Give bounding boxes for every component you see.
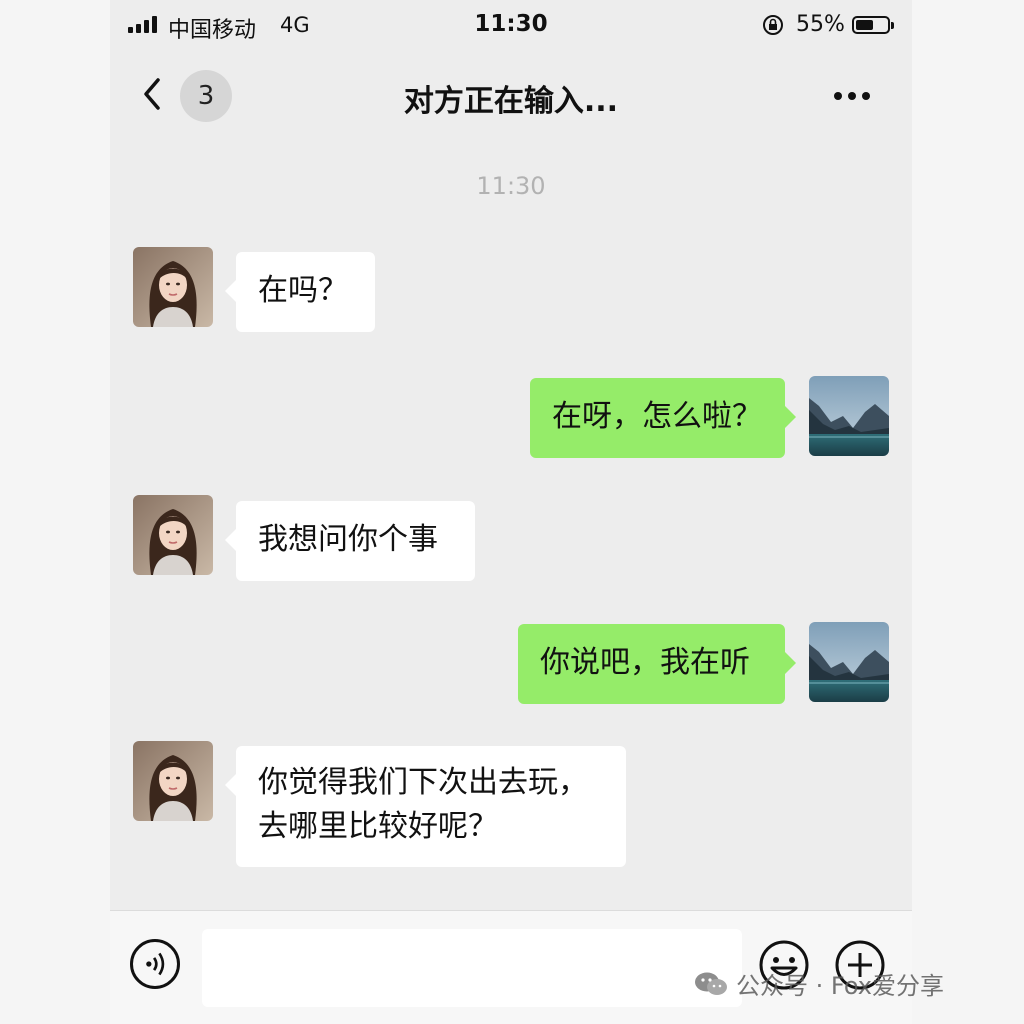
- message-text: 在吗？: [258, 273, 348, 308]
- watermark: 公众号 · Fox爱分享: [694, 966, 944, 1001]
- chat-title: 对方正在输入...: [403, 84, 619, 119]
- battery-fill: [856, 20, 873, 30]
- status-clock: 11:30: [474, 11, 548, 37]
- contact-avatar[interactable]: [133, 741, 213, 821]
- watermark-text: 公众号 · Fox爱分享: [736, 972, 944, 1000]
- message-input[interactable]: [202, 929, 742, 1007]
- status-bar: 中国移动 4G 11:30 55%: [110, 0, 912, 52]
- message-timestamp: 11:30: [476, 172, 546, 200]
- my-avatar[interactable]: [809, 622, 889, 702]
- outgoing-message-bubble[interactable]: 在呀，怎么啦？: [530, 378, 796, 458]
- battery-percentage: 55%: [796, 12, 845, 37]
- contact-avatar[interactable]: [133, 495, 213, 575]
- wechat-icon: [695, 972, 727, 995]
- voice-icon[interactable]: [130, 939, 180, 989]
- contact-avatar[interactable]: [133, 247, 213, 327]
- more-dots-icon[interactable]: [834, 92, 870, 100]
- my-avatar[interactable]: [809, 376, 889, 456]
- message-text-line: 去哪里比较好呢？: [258, 809, 498, 844]
- incoming-message-bubble[interactable]: 你觉得我们下次出去玩， 去哪里比较好呢？: [225, 746, 626, 867]
- rotation-lock-icon: [763, 15, 783, 35]
- message-text: 你说吧，我在听: [540, 645, 750, 680]
- incoming-message-bubble[interactable]: 在吗？: [225, 252, 375, 332]
- chat-header: 3 对方正在输入...: [110, 52, 912, 140]
- outgoing-message-bubble[interactable]: 你说吧，我在听: [518, 624, 796, 704]
- battery-icon: [852, 16, 894, 34]
- incoming-message-bubble[interactable]: 我想问你个事: [225, 501, 475, 581]
- message-text: 我想问你个事: [258, 522, 438, 557]
- message-text: 在呀，怎么啦？: [552, 399, 762, 434]
- chat-screen: 中国移动 4G 11:30 55% 3 对方正在输入... 11:30 在吗？ …: [110, 0, 912, 1024]
- message-text-line: 你觉得我们下次出去玩，: [258, 765, 588, 800]
